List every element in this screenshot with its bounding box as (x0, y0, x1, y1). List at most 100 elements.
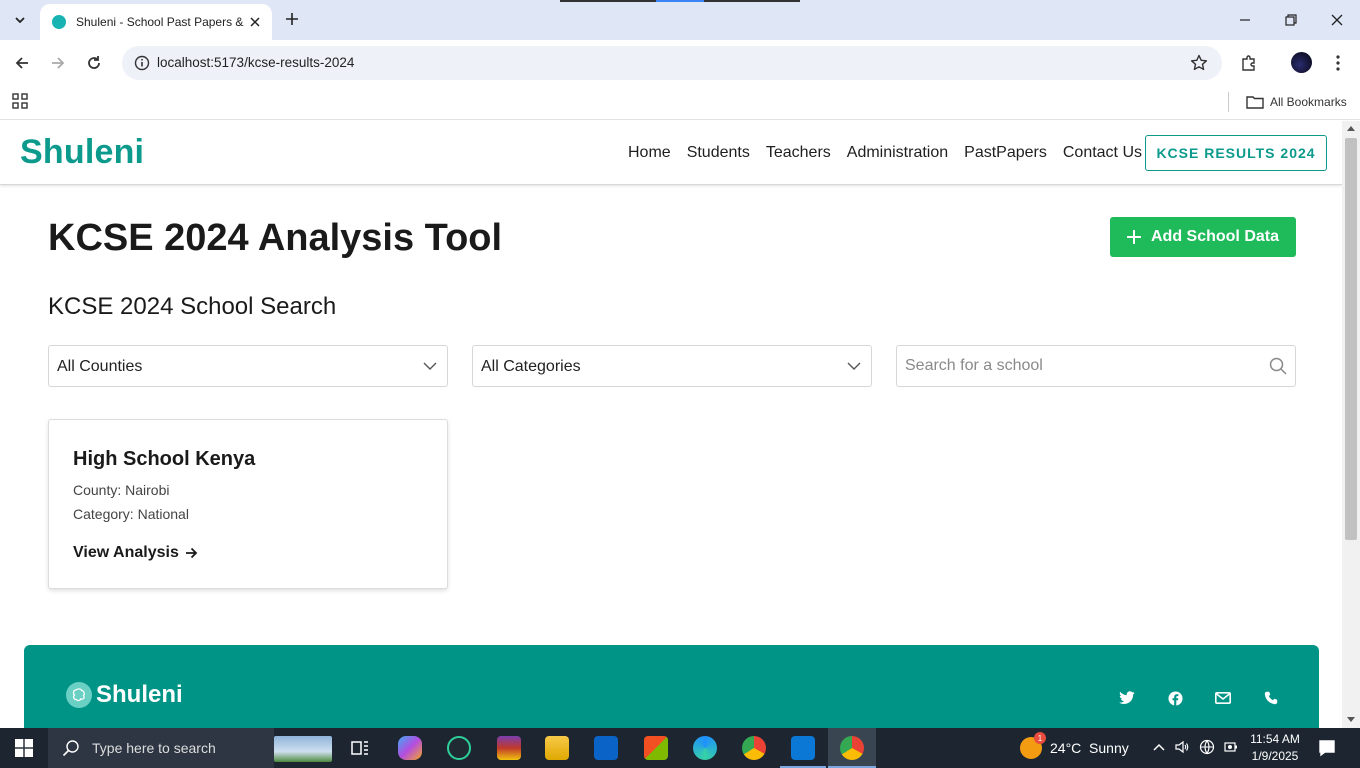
brain-icon (66, 682, 92, 708)
outlook-icon[interactable] (594, 736, 618, 760)
school-name: High School Kenya (73, 448, 256, 470)
window-top-indicator-active (656, 0, 704, 2)
browser-menu-button[interactable] (1326, 51, 1350, 75)
globe-icon[interactable] (1199, 739, 1215, 755)
phone-icon[interactable] (1262, 689, 1280, 707)
browser-tabbar: Shuleni - School Past Papers & Resources (0, 0, 1360, 40)
notification-icon[interactable] (1318, 739, 1336, 757)
system-clock[interactable]: 11:54 AM 1/9/2025 (1244, 731, 1306, 765)
nav-students[interactable]: Students (687, 144, 750, 162)
school-search-input[interactable] (897, 346, 1257, 386)
weather-widget[interactable]: 1 24°C Sunny (1020, 728, 1129, 768)
sun-icon: 1 (1020, 732, 1046, 759)
folder-icon (1246, 96, 1264, 109)
web-page: Shuleni Home Students Teachers Administr… (0, 121, 1342, 728)
nav-contact-us[interactable]: Contact Us (1063, 144, 1142, 162)
back-arrow-icon (15, 57, 28, 69)
tab-close-button[interactable] (246, 13, 264, 31)
clock-date: 1/9/2025 (1251, 749, 1299, 763)
upwork-icon[interactable] (447, 736, 471, 760)
bookmark-star-icon[interactable] (1190, 54, 1208, 72)
nav-pastpapers[interactable]: PastPapers (964, 144, 1047, 162)
mail-icon[interactable] (1214, 689, 1232, 707)
restore-icon (1285, 14, 1297, 26)
scroll-down-arrow-icon[interactable] (1347, 717, 1355, 722)
extensions-button[interactable] (1237, 51, 1261, 75)
footer-logo[interactable]: Shuleni (66, 681, 183, 709)
nav-administration[interactable]: Administration (847, 144, 948, 162)
url-text[interactable]: localhost:5173/kcse-results-2024 (157, 55, 354, 70)
weather-text: 24°C Sunny (1050, 740, 1129, 756)
vscode-icon (791, 736, 815, 760)
bookmarks-bar: All Bookmarks (0, 86, 1360, 120)
category-select-value: All Categories (481, 358, 581, 375)
taskbar-search-placeholder: Type here to search (92, 740, 216, 756)
edge-icon[interactable] (693, 736, 717, 760)
profile-avatar[interactable] (1291, 52, 1312, 73)
search-heading: KCSE 2024 School Search (48, 293, 337, 320)
scroll-up-arrow-icon[interactable] (1347, 126, 1355, 131)
file-explorer-icon[interactable] (545, 736, 569, 760)
reload-button[interactable] (82, 51, 106, 75)
school-card: High School Kenya County: Nairobi Catego… (48, 419, 448, 589)
forward-button[interactable] (46, 51, 70, 75)
footer-logo-text: Shuleni (96, 681, 183, 708)
close-icon (250, 17, 260, 27)
plus-icon (286, 13, 298, 25)
forward-arrow-icon (52, 57, 65, 69)
close-window-button[interactable] (1317, 6, 1357, 34)
vscode-taskbar-item[interactable] (780, 728, 826, 768)
add-school-data-button[interactable]: Add School Data (1110, 217, 1296, 257)
site-logo[interactable]: Shuleni (20, 133, 144, 172)
battery-icon[interactable] (1223, 739, 1239, 755)
copilot-icon[interactable] (398, 736, 422, 760)
restore-button[interactable] (1271, 6, 1311, 34)
chevron-down-icon (15, 17, 25, 24)
tab-search-button[interactable] (8, 8, 32, 32)
browser-toolbar: localhost:5173/kcse-results-2024 (0, 40, 1360, 86)
new-tab-button[interactable] (282, 9, 302, 29)
start-button[interactable] (0, 728, 48, 768)
search-icon[interactable] (1269, 357, 1287, 375)
microsoft-store-icon[interactable] (644, 736, 668, 760)
chrome-profile-icon (840, 736, 864, 760)
school-county: County: Nairobi (73, 482, 170, 498)
apps-grid-icon[interactable] (12, 93, 28, 109)
minimize-button[interactable] (1225, 6, 1265, 34)
clock-time: 11:54 AM (1250, 732, 1300, 746)
address-bar[interactable]: localhost:5173/kcse-results-2024 (122, 46, 1222, 80)
arrow-right-icon (185, 547, 198, 559)
info-icon[interactable] (134, 55, 150, 71)
school-search-box (896, 345, 1296, 387)
nav-home[interactable]: Home (628, 144, 671, 162)
speaker-icon[interactable] (1174, 739, 1190, 755)
facebook-icon[interactable] (1166, 689, 1184, 707)
scrollbar-thumb[interactable] (1345, 138, 1357, 540)
back-button[interactable] (10, 51, 34, 75)
main-nav: Home Students Teachers Administration Pa… (628, 144, 1142, 162)
tab-title: Shuleni - School Past Papers & Resources (76, 15, 244, 29)
browser-tab-active[interactable]: Shuleni - School Past Papers & Resources (40, 4, 272, 40)
winrar-icon[interactable] (497, 736, 521, 760)
county-select[interactable]: All Counties (48, 345, 448, 387)
view-analysis-link[interactable]: View Analysis (73, 544, 198, 562)
puzzle-icon (1242, 55, 1255, 71)
all-bookmarks-label: All Bookmarks (1270, 95, 1347, 109)
kcse-results-button[interactable]: KCSE RESULTS 2024 (1145, 135, 1327, 171)
taskbar-search[interactable]: Type here to search (48, 728, 332, 768)
school-category: Category: National (73, 506, 189, 522)
task-view-icon[interactable] (348, 736, 372, 760)
reload-icon (88, 56, 100, 69)
page-scrollbar[interactable] (1342, 121, 1360, 728)
weather-badge: 1 (1034, 732, 1046, 744)
category-select[interactable]: All Categories (472, 345, 872, 387)
nav-teachers[interactable]: Teachers (766, 144, 831, 162)
site-header: Shuleni Home Students Teachers Administr… (0, 121, 1342, 185)
view-analysis-label: View Analysis (73, 544, 179, 561)
all-bookmarks-button[interactable]: All Bookmarks (1246, 92, 1347, 112)
chrome-icon[interactable] (742, 736, 766, 760)
twitter-icon[interactable] (1118, 689, 1136, 707)
chevron-up-icon[interactable] (1151, 739, 1167, 755)
site-favicon-icon (52, 15, 66, 29)
chrome-active-taskbar-item[interactable] (828, 728, 876, 768)
